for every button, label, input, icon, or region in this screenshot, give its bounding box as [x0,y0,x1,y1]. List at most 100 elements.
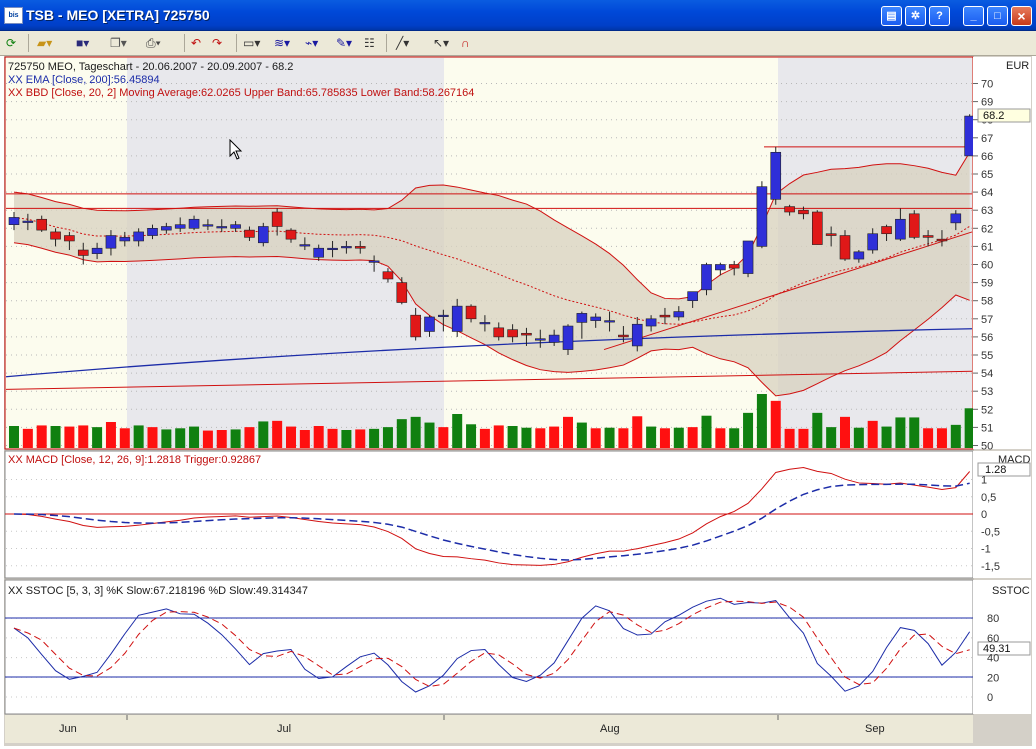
volume-bar [466,424,477,448]
price-tick-label: 66 [981,151,993,163]
volume-bar [936,428,947,448]
volume-bar [424,422,435,448]
candle-body [673,311,685,318]
macd-tick-label: -0,5 [981,526,1000,538]
candle-body [271,211,283,227]
candle-body [687,291,698,301]
candle-body [521,332,532,336]
volume-bar [895,417,906,448]
refresh-icon[interactable]: ⟳ [6,34,16,52]
sstoc-title: SSTOC [992,585,1030,597]
month-label-sep: Sep [865,723,885,735]
minimize-button[interactable]: _ [963,6,984,26]
toolbar-separator [28,34,29,52]
chart-type-icon[interactable]: ▭▾ [243,34,260,52]
volume-bar [923,428,934,448]
volume-bar [798,428,809,448]
maximize-button[interactable]: □ [987,6,1008,26]
volume-bar [438,427,449,448]
price-tick-label: 60 [981,260,993,272]
volume-bar [147,427,158,448]
volume-bar [687,427,698,448]
sstoc-label: XX SSTOC [5, 3, 3] %K Slow:67.218196 %D … [8,585,308,597]
candle-body [798,209,809,215]
volume-bar [105,422,116,448]
candle-body [784,206,795,213]
save-icon[interactable]: ■▾ [76,34,89,52]
candle-body [50,231,61,240]
volume-bar [36,425,47,448]
volume-bar [729,428,740,448]
forward-icon[interactable]: ↷ [212,34,222,52]
volume-bar [327,428,338,448]
layout-icon[interactable]: ▤ [881,6,902,26]
candle-body [396,282,408,303]
candle-body [424,316,435,332]
candle-body [507,329,518,338]
macd-tick-label: 0 [981,509,987,521]
macd-panel[interactable]: MACD 1.28 10,50-0,5-1-1,5 XX MACD [Close… [4,450,1031,579]
volume-bar [659,428,670,448]
volume-bar [410,416,421,448]
back-icon[interactable]: ↶ [191,34,201,52]
pointer-icon[interactable]: ↖▾ [433,34,449,52]
sstoc-panel[interactable]: SSTOC 49.31 806040200 XX SSTOC [5, 3, 3]… [4,579,1031,715]
sstoc-panel-bg [4,579,974,715]
print-icon[interactable]: ⎙▾ [146,34,161,52]
open-icon[interactable]: ▰▾ [37,34,52,52]
indicator-settings-icon[interactable]: ✲ [905,6,926,26]
candle-body [451,305,463,332]
candle-body [147,228,158,236]
close-button[interactable]: × [1011,6,1032,26]
price-tick-label: 56 [981,332,993,344]
volume-bar [216,430,227,448]
window-title: TSB - MEO [XETRA] 725750 [26,7,210,23]
volume-bar [272,420,283,448]
volume-bar [258,421,269,448]
volume-bar [563,416,573,448]
line-tool-icon[interactable]: ╱▾ [396,34,409,52]
chart-area[interactable]: EUR 706968676665646362616059585756555453… [4,56,1032,746]
volume-bar [230,429,241,448]
candle-body [382,271,394,280]
volume-bar [535,428,546,448]
price-tick-label: 54 [981,368,993,380]
candle-body [438,314,449,317]
volume-bar [479,428,490,448]
volume-bar [396,419,407,448]
price-tick-label: 52 [981,404,993,416]
price-tick-label: 57 [981,314,993,326]
copy-icon[interactable]: ❐▾ [110,34,127,52]
toolbar: ⟳ ▰▾ ■▾ ❐▾ ⎙▾ ↶ ↷ ▭▾ ≋▾ ⌁▾ ✎▾ ☷ ╱▾ ↖▾ ∩ [0,31,1036,56]
candle-body [562,325,574,350]
volume-bar [92,427,103,448]
candle-body [119,237,131,242]
candle-body [825,233,837,236]
volume-bar [22,428,33,448]
candle-body [936,238,948,242]
price-tick-label: 67 [981,133,993,145]
candle-body [465,305,477,320]
volume-bar [840,416,850,448]
candle-body [327,247,338,251]
properties-icon[interactable]: ☷ [364,34,375,52]
price-tick-label: 63 [981,205,993,217]
help-icon[interactable]: ? [929,6,950,26]
indicator-icon[interactable]: ≋▾ [274,34,290,52]
signal-icon[interactable]: ⌁▾ [305,34,318,52]
candle-body [230,224,241,229]
candle-body [534,338,546,341]
month-label-jul: Jul [277,723,291,735]
chart-svg[interactable]: EUR 706968676665646362616059585756555453… [4,56,1032,746]
volume-bar [9,426,19,448]
price-panel[interactable]: EUR 706968676665646362616059585756555453… [4,56,1031,453]
volume-bar [119,428,130,448]
candle-body [8,217,20,225]
candle-body [22,220,34,223]
app-icon: bis [4,7,23,24]
drawing-icon[interactable]: ✎▾ [336,34,352,52]
candle-body [299,244,311,247]
volume-bar [50,426,61,448]
magnet-icon[interactable]: ∩ [461,34,470,52]
month-label-aug: Aug [600,723,620,735]
